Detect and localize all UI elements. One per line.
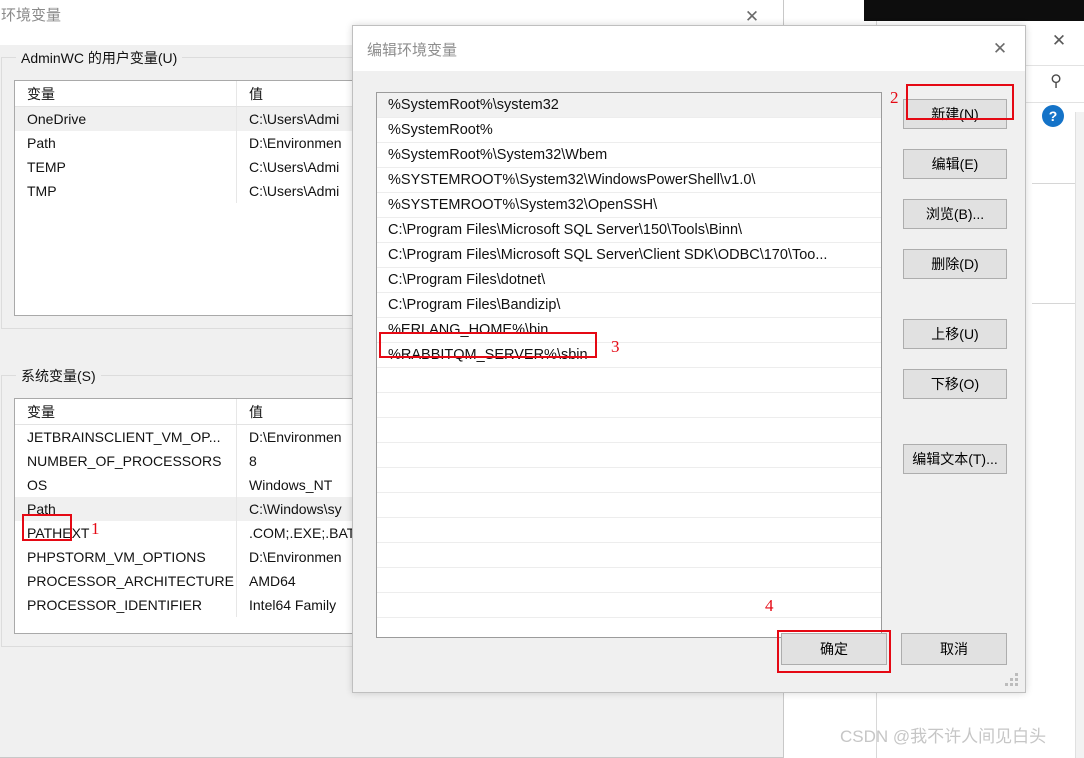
edit-button[interactable]: 编辑(E) xyxy=(903,149,1007,179)
cell-variable: PHPSTORM_VM_OPTIONS xyxy=(15,545,237,569)
background-app-close-icon[interactable]: ✕ xyxy=(1048,30,1070,52)
new-button[interactable]: 新建(N) xyxy=(903,99,1007,129)
watermark: CSDN @我不许人间见白头 xyxy=(840,727,1047,746)
list-item-empty[interactable] xyxy=(377,543,881,568)
list-item-empty[interactable] xyxy=(377,443,881,468)
path-entries-list[interactable]: %SystemRoot%\system32 %SystemRoot% %Syst… xyxy=(376,92,882,638)
delete-button[interactable]: 删除(D) xyxy=(903,249,1007,279)
column-header-variable[interactable]: 变量 xyxy=(15,399,237,424)
list-item[interactable]: %SystemRoot%\System32\Wbem xyxy=(377,143,881,168)
annotation-step-4: 4 xyxy=(765,596,774,615)
edit-dialog-close-icon[interactable]: ✕ xyxy=(985,35,1015,63)
edit-dialog-title: 编辑环境变量 xyxy=(367,42,458,59)
list-item-empty[interactable] xyxy=(377,393,881,418)
cell-variable: JETBRAINSCLIENT_VM_OP... xyxy=(15,425,237,449)
list-item[interactable]: C:\Program Files\Bandizip\ xyxy=(377,293,881,318)
list-item[interactable]: %SystemRoot%\system32 xyxy=(377,93,881,118)
cell-variable: TEMP xyxy=(15,155,237,179)
list-item-empty[interactable] xyxy=(377,593,881,618)
list-item-empty[interactable] xyxy=(377,468,881,493)
list-item-empty[interactable] xyxy=(377,368,881,393)
column-header-variable[interactable]: 变量 xyxy=(15,81,237,106)
annotation-step-3: 3 xyxy=(611,337,620,356)
user-variables-group-label: AdminWC 的用户变量(U) xyxy=(16,48,183,68)
background-app-black-bar xyxy=(864,0,1084,21)
edit-environment-variable-dialog: 编辑环境变量 ✕ %SystemRoot%\system32 %SystemRo… xyxy=(352,25,1026,693)
system-variables-group-label: 系统变量(S) xyxy=(16,366,101,386)
cell-variable: Path xyxy=(15,497,237,521)
browse-button[interactable]: 浏览(B)... xyxy=(903,199,1007,229)
background-app-scrollbar[interactable] xyxy=(1075,112,1084,758)
cell-variable: Path xyxy=(15,131,237,155)
env-window-title: 环境变量 xyxy=(1,7,62,24)
cell-variable: OS xyxy=(15,473,237,497)
screen: ✕ ⚲ ? 0 ee ee 环境变量 ✕ AdminWC 的用户变量(U) 变量… xyxy=(0,0,1084,758)
list-item[interactable]: C:\Program Files\dotnet\ xyxy=(377,268,881,293)
cell-variable: NUMBER_OF_PROCESSORS xyxy=(15,449,237,473)
move-up-button[interactable]: 上移(U) xyxy=(903,319,1007,349)
move-down-button[interactable]: 下移(O) xyxy=(903,369,1007,399)
list-item-rabbitmq[interactable]: %RABBITQM_SERVER%\sbin xyxy=(377,343,881,368)
cell-variable: PATHEXT xyxy=(15,521,237,545)
list-item-empty[interactable] xyxy=(377,518,881,543)
help-icon[interactable]: ? xyxy=(1042,105,1064,127)
list-item[interactable]: %SYSTEMROOT%\System32\OpenSSH\ xyxy=(377,193,881,218)
resize-grip[interactable] xyxy=(1005,673,1019,687)
cell-variable: PROCESSOR_ARCHITECTURE xyxy=(15,569,237,593)
edit-dialog-ok-button[interactable]: 确定 xyxy=(781,633,887,665)
list-item[interactable]: %ERLANG_HOME%\bin xyxy=(377,318,881,343)
list-item[interactable]: C:\Program Files\Microsoft SQL Server\15… xyxy=(377,218,881,243)
list-item-empty[interactable] xyxy=(377,493,881,518)
list-item[interactable]: %SYSTEMROOT%\System32\WindowsPowerShell\… xyxy=(377,168,881,193)
edit-dialog-titlebar: 编辑环境变量 xyxy=(353,26,1025,71)
edit-dialog-cancel-button[interactable]: 取消 xyxy=(901,633,1007,665)
annotation-step-1: 1 xyxy=(91,519,100,538)
cell-variable: OneDrive xyxy=(15,107,237,131)
edit-text-button[interactable]: 编辑文本(T)... xyxy=(903,444,1007,474)
list-item-empty[interactable] xyxy=(377,418,881,443)
list-item[interactable]: C:\Program Files\Microsoft SQL Server\Cl… xyxy=(377,243,881,268)
list-item[interactable]: %SystemRoot% xyxy=(377,118,881,143)
list-item-empty[interactable] xyxy=(377,568,881,593)
cell-variable: PROCESSOR_IDENTIFIER xyxy=(15,593,237,617)
search-icon[interactable]: ⚲ xyxy=(1046,72,1066,92)
annotation-step-2: 2 xyxy=(890,88,899,107)
cell-variable: TMP xyxy=(15,179,237,203)
